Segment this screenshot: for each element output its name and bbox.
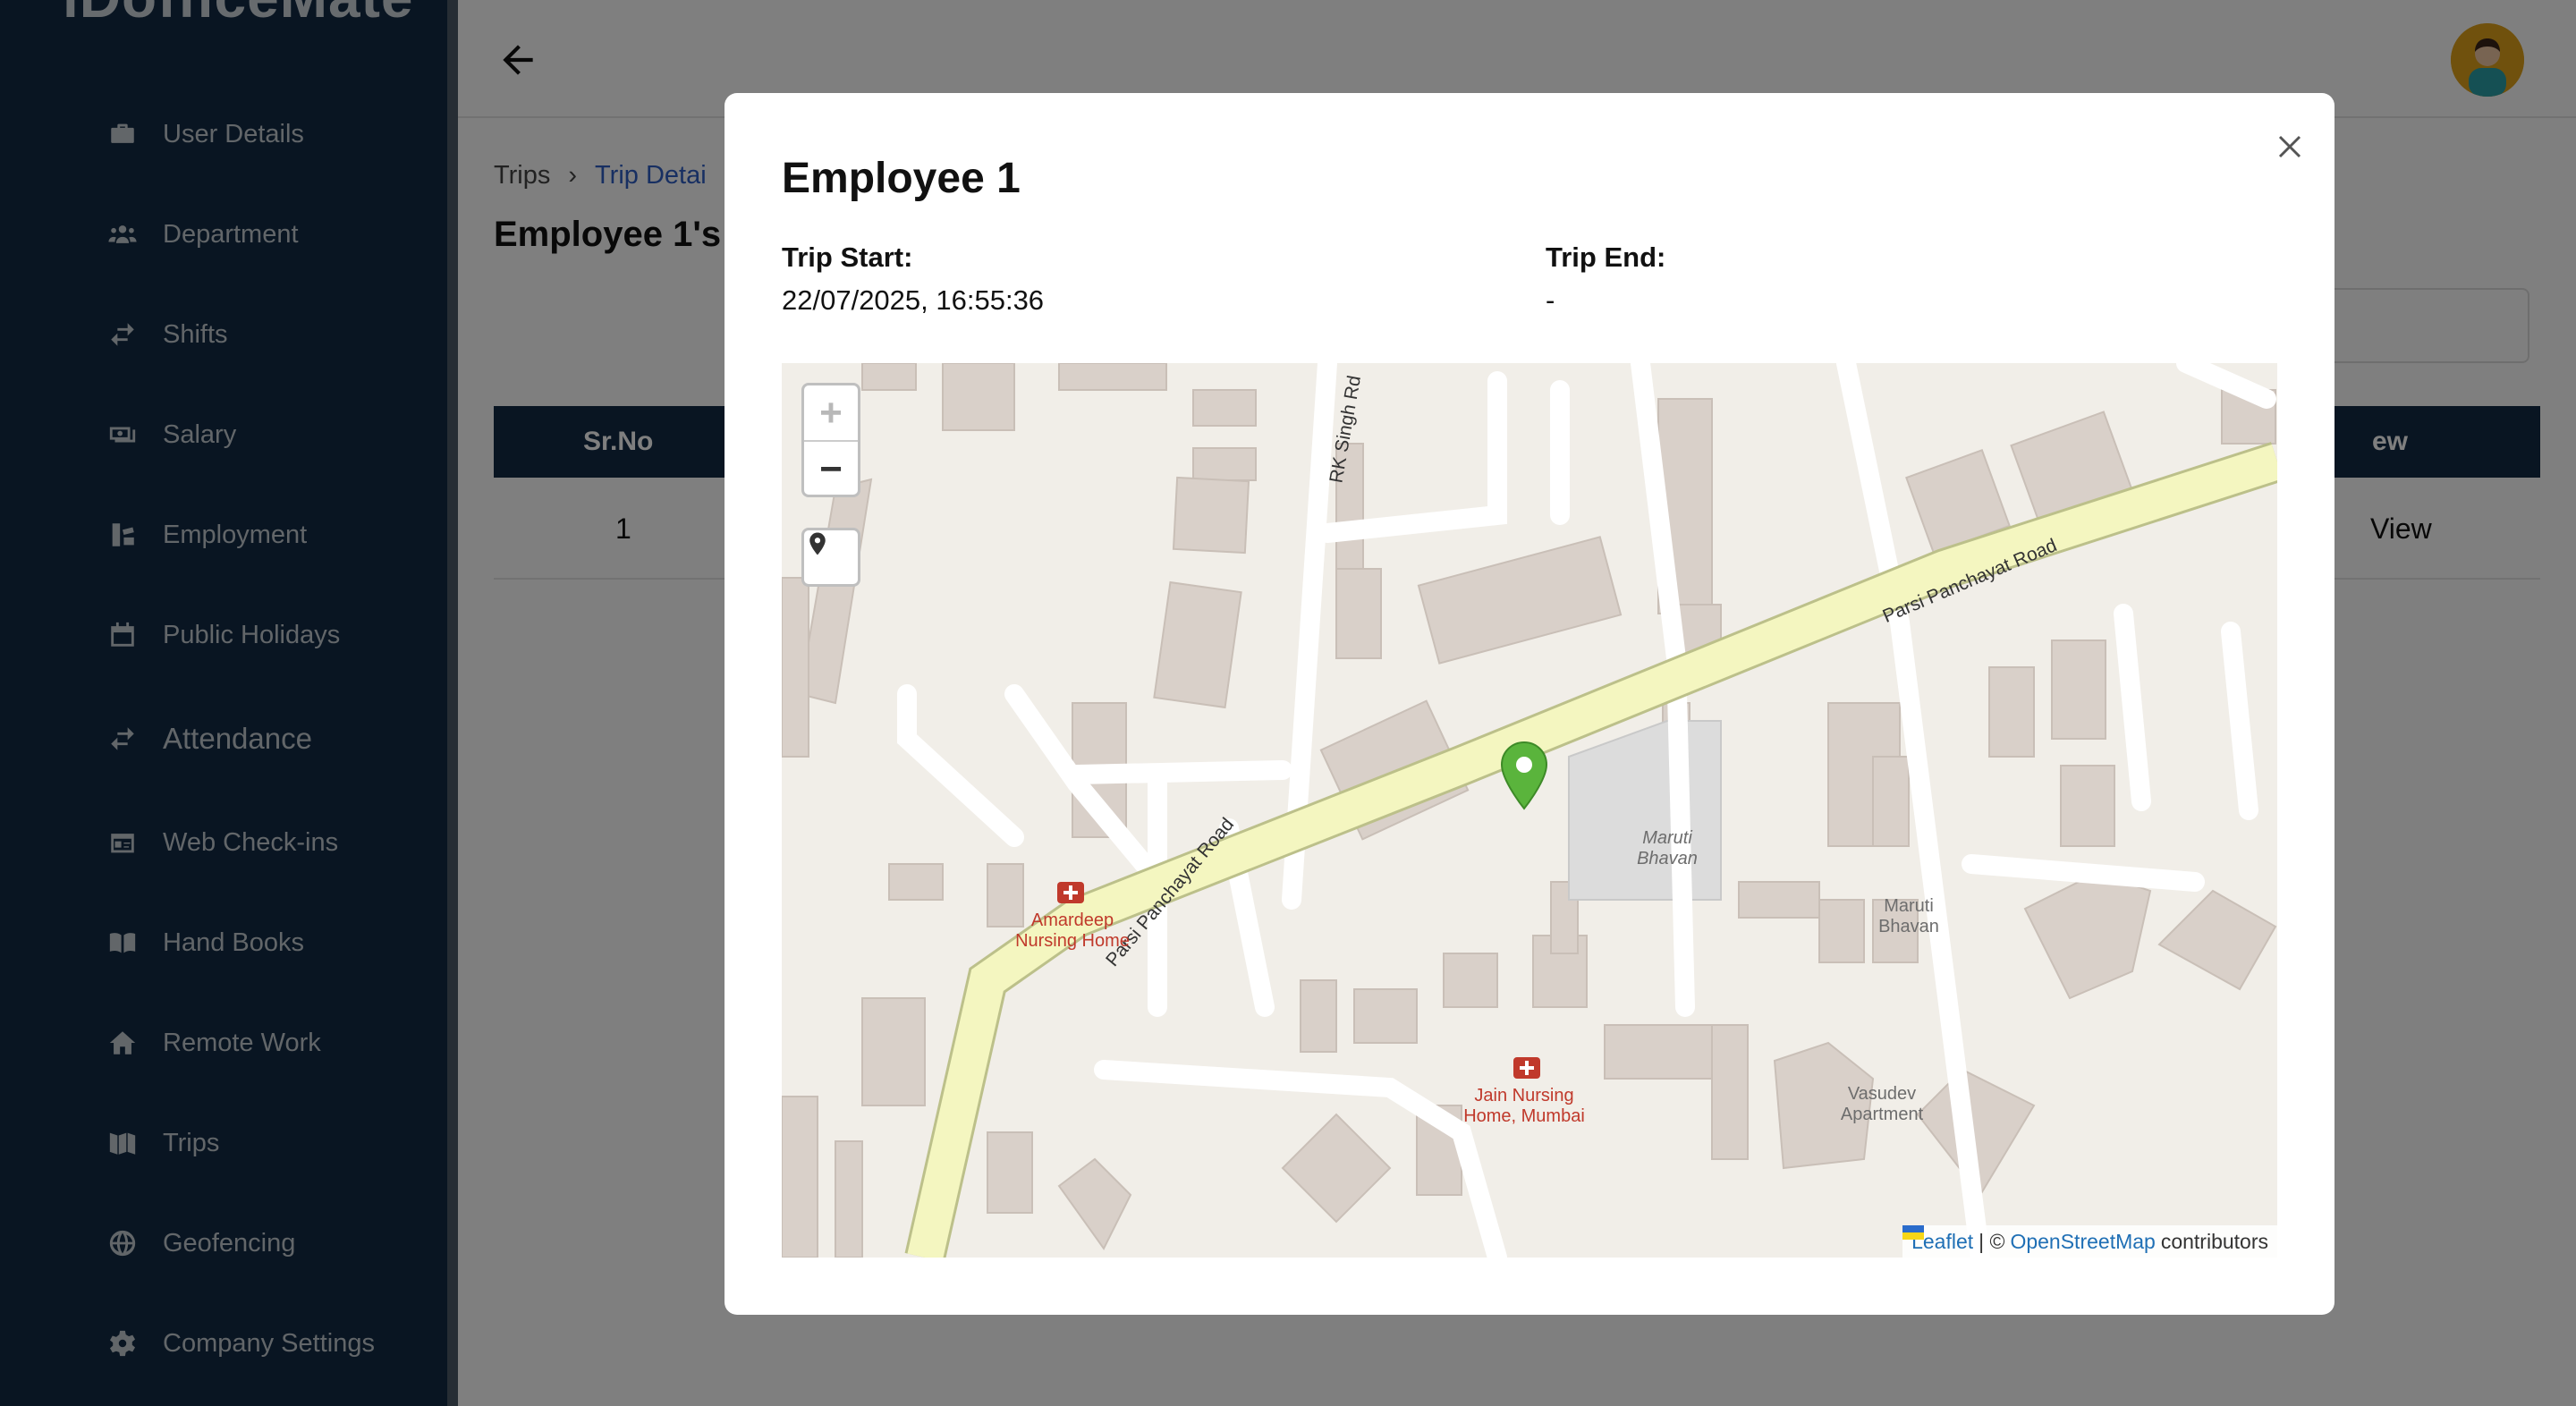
map-pin-icon bbox=[809, 532, 826, 555]
ukraine-flag-icon bbox=[1902, 1225, 1925, 1240]
trip-modal: Employee 1 Trip Start: 22/07/2025, 16:55… bbox=[724, 93, 2334, 1315]
map-label-building: Vasudev Apartment bbox=[1840, 1084, 1924, 1124]
trip-end-label: Trip End: bbox=[1546, 241, 1666, 273]
map-label-building: Maruti Bhavan bbox=[1878, 896, 1939, 936]
modal-title: Employee 1 bbox=[782, 155, 1021, 202]
zoom-in-button[interactable]: + bbox=[804, 385, 858, 440]
location-pin-icon[interactable] bbox=[1499, 741, 1549, 810]
map-label-poi: Jain Nursing Home, Mumbai bbox=[1463, 1086, 1585, 1126]
attribution-separator: | © bbox=[1979, 1229, 2005, 1253]
close-button[interactable] bbox=[2270, 127, 2309, 166]
trip-start-value: 22/07/2025, 16:55:36 bbox=[782, 284, 1045, 316]
zoom-control: + − bbox=[801, 383, 860, 497]
zoom-out-button[interactable]: − bbox=[804, 442, 858, 495]
trip-start-label: Trip Start: bbox=[782, 241, 913, 273]
attribution-suffix: contributors bbox=[2160, 1229, 2268, 1253]
locate-button[interactable] bbox=[801, 528, 860, 587]
map-attribution: Leaflet | © OpenStreetMap contributors bbox=[1902, 1225, 2277, 1258]
map-label-building: Maruti Bhavan bbox=[1637, 828, 1698, 868]
trip-end-value: - bbox=[1546, 284, 1555, 316]
map-label-poi: Amardeep Nursing Home bbox=[1015, 911, 1130, 951]
map-view[interactable]: Parsi Panchayat Road Parsi Panchayat Roa… bbox=[782, 363, 2277, 1258]
close-icon bbox=[2278, 135, 2301, 158]
openstreetmap-link[interactable]: OpenStreetMap bbox=[2010, 1230, 2155, 1254]
